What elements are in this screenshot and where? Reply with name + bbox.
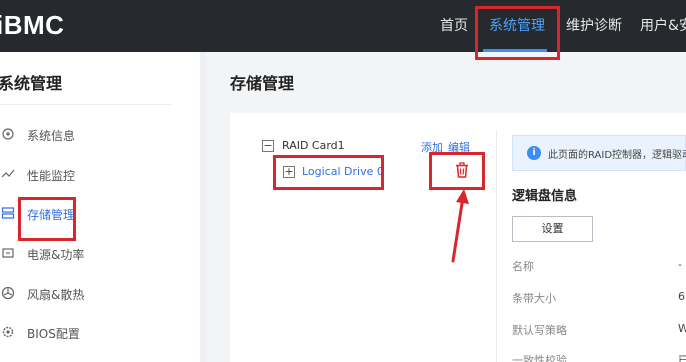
field-value-name: - [678, 258, 682, 271]
performance-chart-icon [0, 167, 16, 183]
sidebar-item-label: 风扇&散热 [27, 288, 85, 302]
field-label-stripe-size: 条带大小 [512, 292, 556, 305]
info-icon: i [527, 146, 541, 160]
field-label-name: 名称 [512, 260, 534, 273]
sidebar-item-performance[interactable]: 性能监控 [0, 164, 180, 188]
drive-highlight-box [273, 155, 384, 190]
sidebar-item-fan[interactable]: 风扇&散热 [0, 283, 180, 307]
page-title: 存储管理 [230, 74, 295, 93]
sidebar-item-bios[interactable]: BIOS配置 [0, 322, 180, 346]
sidebar-item-power[interactable]: 电源&功率 [0, 243, 180, 267]
power-icon [0, 246, 16, 262]
nav-maintenance[interactable]: 维护诊断 [566, 0, 622, 52]
content-separator [200, 52, 206, 362]
top-bar: iBMC 首页 系统管理 维护诊断 用户&安 [0, 0, 686, 52]
sidebar-item-label: BIOS配置 [27, 327, 80, 341]
info-text: 此页面的RAID控制器，逻辑驱动 [548, 150, 686, 161]
sidebar-item-label: 性能监控 [27, 169, 76, 183]
storage-icon [0, 206, 16, 222]
sidebar-highlight-box [18, 197, 76, 241]
sidebar-item-label: 电源&功率 [27, 248, 85, 262]
bios-gear-icon [0, 325, 16, 341]
panel-divider [496, 130, 497, 362]
nav-users-security[interactable]: 用户&安 [640, 0, 686, 52]
delete-highlight-box [429, 152, 485, 190]
pointer-arrow-icon [451, 189, 469, 263]
collapse-toggle[interactable]: − [262, 140, 274, 152]
app-logo: iBMC [0, 10, 65, 40]
sidebar-title: 系统管理 [0, 74, 63, 93]
system-info-icon [0, 127, 16, 143]
nav-highlight-box [475, 6, 560, 60]
field-label-write-policy: 默认写策略 [512, 324, 567, 337]
sidebar-item-system-info[interactable]: 系统信息 [0, 124, 180, 148]
sidebar-item-label: 系统信息 [27, 129, 76, 143]
raid-card-node[interactable]: RAID Card1 [282, 139, 345, 152]
nav-home[interactable]: 首页 [440, 0, 468, 52]
section-title: 逻辑盘信息 [512, 189, 578, 204]
settings-button[interactable]: 设置 [512, 216, 593, 242]
fan-icon [0, 286, 16, 302]
field-label-consistency-check: 一致性校验 [512, 354, 567, 362]
sidebar-divider [0, 104, 172, 105]
field-value-write-policy: W [678, 322, 686, 335]
field-value-consistency-check: 已 [678, 354, 686, 362]
field-value-stripe-size: 6 [678, 290, 685, 303]
